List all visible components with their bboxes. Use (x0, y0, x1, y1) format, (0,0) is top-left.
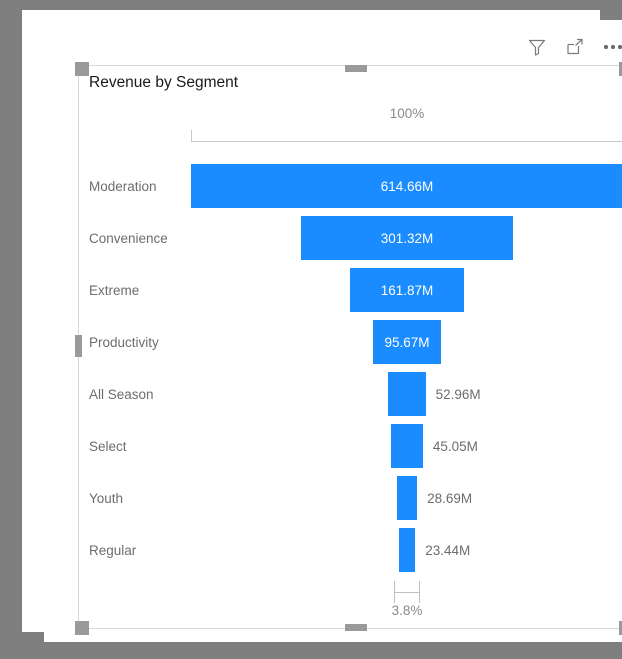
ellipsis-dots (604, 45, 622, 49)
funnel-rows: Moderation 614.66M Convenience 301.32M Extre… (79, 160, 622, 576)
funnel-bar[interactable]: 161.87M (350, 268, 464, 312)
funnel-bar-value: 95.67M (384, 334, 430, 350)
funnel-bar-track: 161.87M (191, 264, 622, 316)
funnel-row[interactable]: All Season 52.96M (79, 368, 622, 420)
resize-handle-top-left[interactable] (75, 62, 89, 76)
resize-handle-bottom-center[interactable] (345, 624, 367, 631)
funnel-category-label: All Season (89, 386, 154, 402)
funnel-row[interactable]: Moderation 614.66M (79, 160, 622, 212)
funnel-row[interactable]: Regular 23.44M (79, 524, 622, 576)
funnel-bar-track: 95.67M (191, 316, 622, 368)
funnel-bar-track: 23.44M (191, 524, 622, 576)
funnel-bar[interactable] (396, 476, 418, 520)
resize-handle-left-middle[interactable] (75, 335, 82, 357)
funnel-bar-track: 301.32M (191, 212, 622, 264)
funnel-top-percent-label: 100% (389, 106, 425, 121)
ellipsis-dot (618, 45, 622, 49)
ellipsis-dot (604, 45, 608, 49)
bracket-crossbar (394, 592, 420, 593)
filter-icon[interactable] (526, 36, 548, 58)
funnel-bar[interactable]: 614.66M (191, 164, 622, 208)
funnel-category-label: Productivity (89, 334, 159, 350)
funnel-bar-track: 614.66M (191, 160, 622, 212)
funnel-row[interactable]: Productivity 95.67M (79, 316, 622, 368)
funnel-row[interactable]: Youth 28.69M (79, 472, 622, 524)
funnel-bar-track: 28.69M (191, 472, 622, 524)
funnel-conversion-bracket: 3.8% (191, 581, 622, 621)
funnel-bar-track: 45.05M (191, 420, 622, 472)
focus-mode-icon[interactable] (564, 36, 586, 58)
funnel-bar-value: 23.44M (425, 542, 471, 558)
funnel-bar-value: 45.05M (432, 438, 478, 454)
funnel-bar[interactable] (388, 372, 426, 416)
report-page-canvas[interactable]: Revenue by Segment 100% Moderation 614.66… (44, 20, 622, 642)
funnel-bar[interactable]: 95.67M (373, 320, 441, 364)
resize-handle-top-center[interactable] (345, 65, 367, 72)
funnel-bar[interactable] (391, 424, 423, 468)
funnel-bar-track: 52.96M (191, 368, 622, 420)
funnel-bar-value: 28.69M (427, 490, 473, 506)
funnel-bar-value: 301.32M (380, 230, 434, 246)
resize-handle-bottom-left[interactable] (75, 621, 89, 635)
funnel-bar[interactable] (398, 528, 416, 572)
funnel-row[interactable]: Select 45.05M (79, 420, 622, 472)
funnel-category-label: Regular (89, 542, 137, 558)
report-page-frame: Revenue by Segment 100% Moderation 614.66… (0, 0, 622, 659)
funnel-conversion-rate-label: 3.8% (391, 603, 423, 618)
funnel-bar[interactable]: 301.32M (301, 216, 513, 260)
funnel-category-label: Youth (89, 490, 124, 506)
funnel-row[interactable]: Convenience 301.32M (79, 212, 622, 264)
funnel-bar-value: 161.87M (380, 282, 434, 298)
more-options-icon[interactable] (602, 36, 622, 58)
funnel-category-label: Extreme (89, 282, 140, 298)
bracket-line (191, 141, 622, 142)
funnel-bar-value: 614.66M (380, 178, 434, 194)
bracket-stem-right (419, 581, 420, 603)
funnel-chart-visual[interactable]: Revenue by Segment 100% Moderation 614.66… (78, 65, 622, 629)
visual-title: Revenue by Segment (89, 74, 239, 91)
funnel-plot-area: 100% Moderation 614.66M Convenience 301.32M… (79, 102, 622, 628)
funnel-category-label: Moderation (89, 178, 157, 194)
funnel-bar-value: 52.96M (435, 386, 481, 402)
funnel-category-label: Select (89, 438, 127, 454)
funnel-row[interactable]: Extreme 161.87M (79, 264, 622, 316)
funnel-top-bracket (191, 130, 622, 142)
visual-header-toolbar (484, 32, 622, 62)
funnel-category-label: Convenience (89, 230, 168, 246)
conversion-bracket-shape (394, 581, 420, 603)
ellipsis-dot (611, 45, 615, 49)
